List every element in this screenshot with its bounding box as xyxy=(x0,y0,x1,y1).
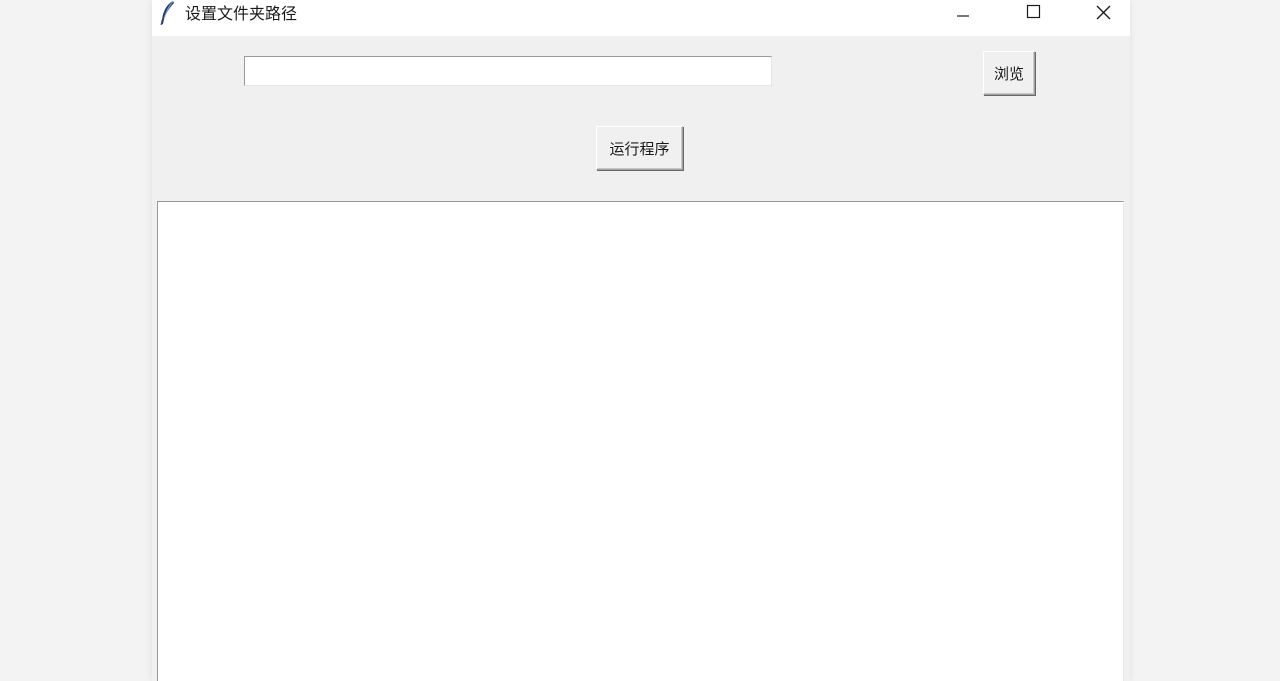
title-bar[interactable]: 设置文件夹路径 xyxy=(152,0,1130,36)
desktop-background: 设置文件夹路径 浏览 运行程序 xyxy=(0,0,1280,681)
output-text-area[interactable] xyxy=(157,201,1124,681)
run-program-button[interactable]: 运行程序 xyxy=(596,126,683,170)
window-title: 设置文件夹路径 xyxy=(185,4,298,23)
close-button[interactable] xyxy=(1080,0,1126,28)
app-window: 设置文件夹路径 浏览 运行程序 xyxy=(152,0,1130,681)
maximize-button[interactable] xyxy=(1010,0,1056,28)
close-icon xyxy=(1095,4,1111,24)
minimize-icon xyxy=(955,4,971,24)
browse-button[interactable]: 浏览 xyxy=(983,51,1035,95)
minimize-button[interactable] xyxy=(940,0,986,28)
maximize-icon xyxy=(1025,4,1041,24)
feather-icon xyxy=(158,0,176,26)
folder-path-input[interactable] xyxy=(244,56,772,86)
